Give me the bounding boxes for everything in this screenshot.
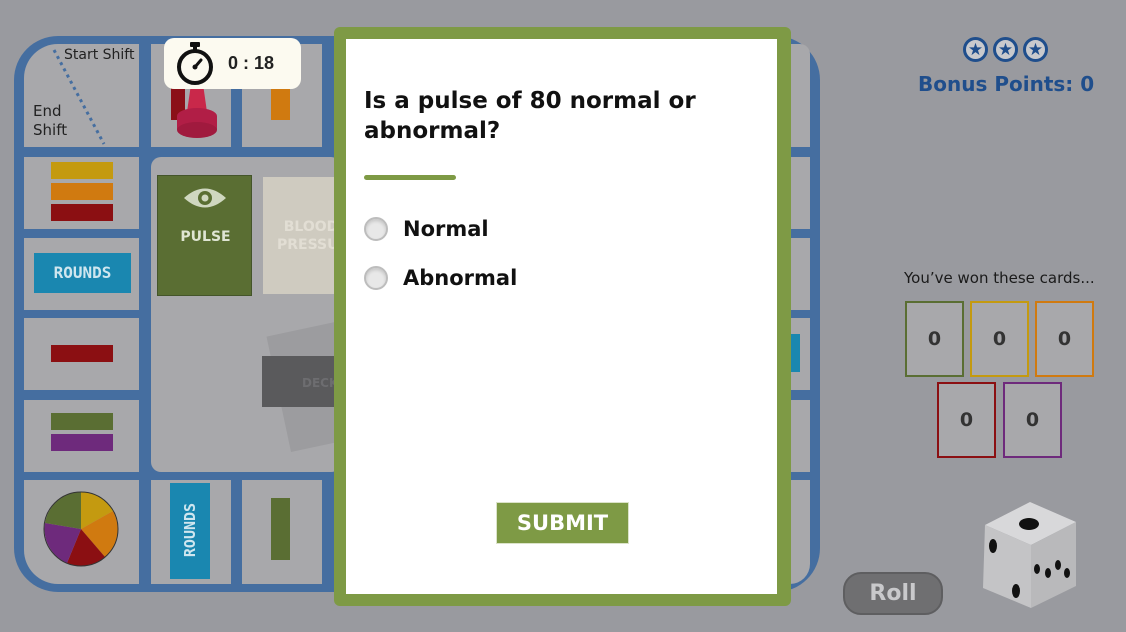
star-icon: ★ xyxy=(1023,37,1048,62)
board-square xyxy=(790,480,810,584)
rounds-label: ROUNDS xyxy=(53,263,112,282)
pulse-card-label: PULSE xyxy=(180,229,231,245)
board-square xyxy=(24,400,139,472)
category-pie-icon xyxy=(43,491,119,567)
won-card-yellow: 0 xyxy=(970,301,1029,377)
rounds-tile-bottom: ROUNDS xyxy=(170,483,210,579)
rounds-tile-left: ROUNDS xyxy=(34,253,131,293)
dice-icon[interactable] xyxy=(980,500,1080,610)
board-square xyxy=(242,480,322,584)
board-square xyxy=(790,318,810,390)
pulse-card[interactable]: PULSE xyxy=(157,175,252,296)
won-card-red: 0 xyxy=(937,382,996,458)
board-square xyxy=(24,318,139,390)
board-square: ROUNDS xyxy=(151,480,231,584)
category-bar-orange xyxy=(51,183,113,200)
star-icon: ★ xyxy=(993,37,1018,62)
radio-abnormal[interactable] xyxy=(364,266,388,290)
category-bar-purple xyxy=(51,434,113,451)
game-pawn-icon xyxy=(171,84,217,138)
eye-icon xyxy=(184,188,226,208)
radio-normal[interactable] xyxy=(364,217,388,241)
category-bar-green xyxy=(271,498,290,560)
submit-button[interactable]: SUBMIT xyxy=(496,502,629,544)
won-card-green: 0 xyxy=(905,301,964,377)
timer-value: 0 : 18 xyxy=(228,53,275,73)
question-text: Is a pulse of 80 normal or abnormal? xyxy=(364,88,696,144)
board-square xyxy=(24,157,139,229)
option-label-normal[interactable]: Normal xyxy=(403,217,489,241)
roll-button[interactable]: Roll xyxy=(843,572,943,615)
category-bar-yellow xyxy=(51,162,113,179)
rounds-label-vertical: ROUNDS xyxy=(181,502,199,558)
star-icon: ★ xyxy=(963,37,988,62)
won-card-orange: 0 xyxy=(1035,301,1094,377)
bonus-points: Bonus Points: 0 xyxy=(918,72,1095,96)
category-bar-red xyxy=(51,204,113,221)
won-card-purple: 0 xyxy=(1003,382,1062,458)
category-bar-orange xyxy=(271,84,290,120)
category-bar-blue xyxy=(790,334,800,372)
start-shift-square: Start Shift End Shift xyxy=(24,44,139,147)
board-square xyxy=(790,157,810,229)
deck-label: DECK xyxy=(302,376,339,390)
option-label-abnormal[interactable]: Abnormal xyxy=(403,266,517,290)
won-cards-label: You’ve won these cards... xyxy=(904,269,1095,287)
board-square: ROUNDS xyxy=(24,238,139,310)
board-square xyxy=(790,44,810,147)
category-bar-red xyxy=(51,345,113,362)
blood-pressure-card[interactable]: BLOOD PRESSURE xyxy=(263,177,359,294)
category-bar-green xyxy=(51,413,113,430)
start-divider-line xyxy=(52,49,106,145)
stopwatch-icon xyxy=(177,42,213,85)
card-deck[interactable]: DECK xyxy=(262,356,339,407)
board-square xyxy=(790,238,810,310)
board-square-corner xyxy=(24,480,139,584)
question-underline xyxy=(364,175,456,180)
board-square xyxy=(790,400,810,472)
